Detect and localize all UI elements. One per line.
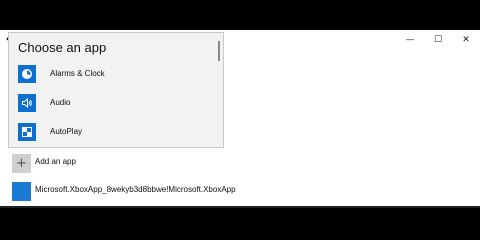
app-item-alarms-clock[interactable]: Alarms & Clock: [9, 59, 219, 88]
app-item-label: Audio: [50, 98, 71, 107]
app-item-label: Alarms & Clock: [50, 69, 105, 78]
maximize-button[interactable]: ☐: [424, 30, 452, 50]
app-item-label: AutoPlay: [50, 127, 83, 136]
app-entry-label: Microsoft.XboxApp_8wekyb3d8bbwe!Microsof…: [35, 185, 236, 194]
window-controls: — ☐ ✕: [396, 30, 480, 50]
settings-window: ← — ☐ ✕ Choose an app Alarms & Clock: [0, 30, 480, 208]
xbox-app-icon: [12, 182, 31, 201]
add-app-button[interactable]: + Add an app: [12, 154, 76, 173]
add-app-label: Add an app: [35, 157, 76, 166]
choose-app-dialog: Choose an app Alarms & Clock Audio AutoP…: [8, 32, 224, 148]
speaker-icon: [18, 93, 36, 112]
app-entry-xbox[interactable]: Microsoft.XboxApp_8wekyb3d8bbwe!Microsof…: [12, 182, 236, 201]
dialog-scrollbar[interactable]: [218, 41, 220, 61]
dialog-title: Choose an app: [18, 40, 107, 55]
plus-icon: +: [12, 154, 31, 173]
close-button[interactable]: ✕: [452, 30, 480, 50]
minimize-button[interactable]: —: [396, 30, 424, 50]
app-item-autoplay[interactable]: AutoPlay: [9, 117, 219, 146]
alarm-clock-icon: [18, 64, 36, 83]
app-list: Alarms & Clock Audio AutoPlay: [9, 59, 219, 146]
autoplay-icon: [18, 122, 36, 141]
app-item-audio[interactable]: Audio: [9, 88, 219, 117]
